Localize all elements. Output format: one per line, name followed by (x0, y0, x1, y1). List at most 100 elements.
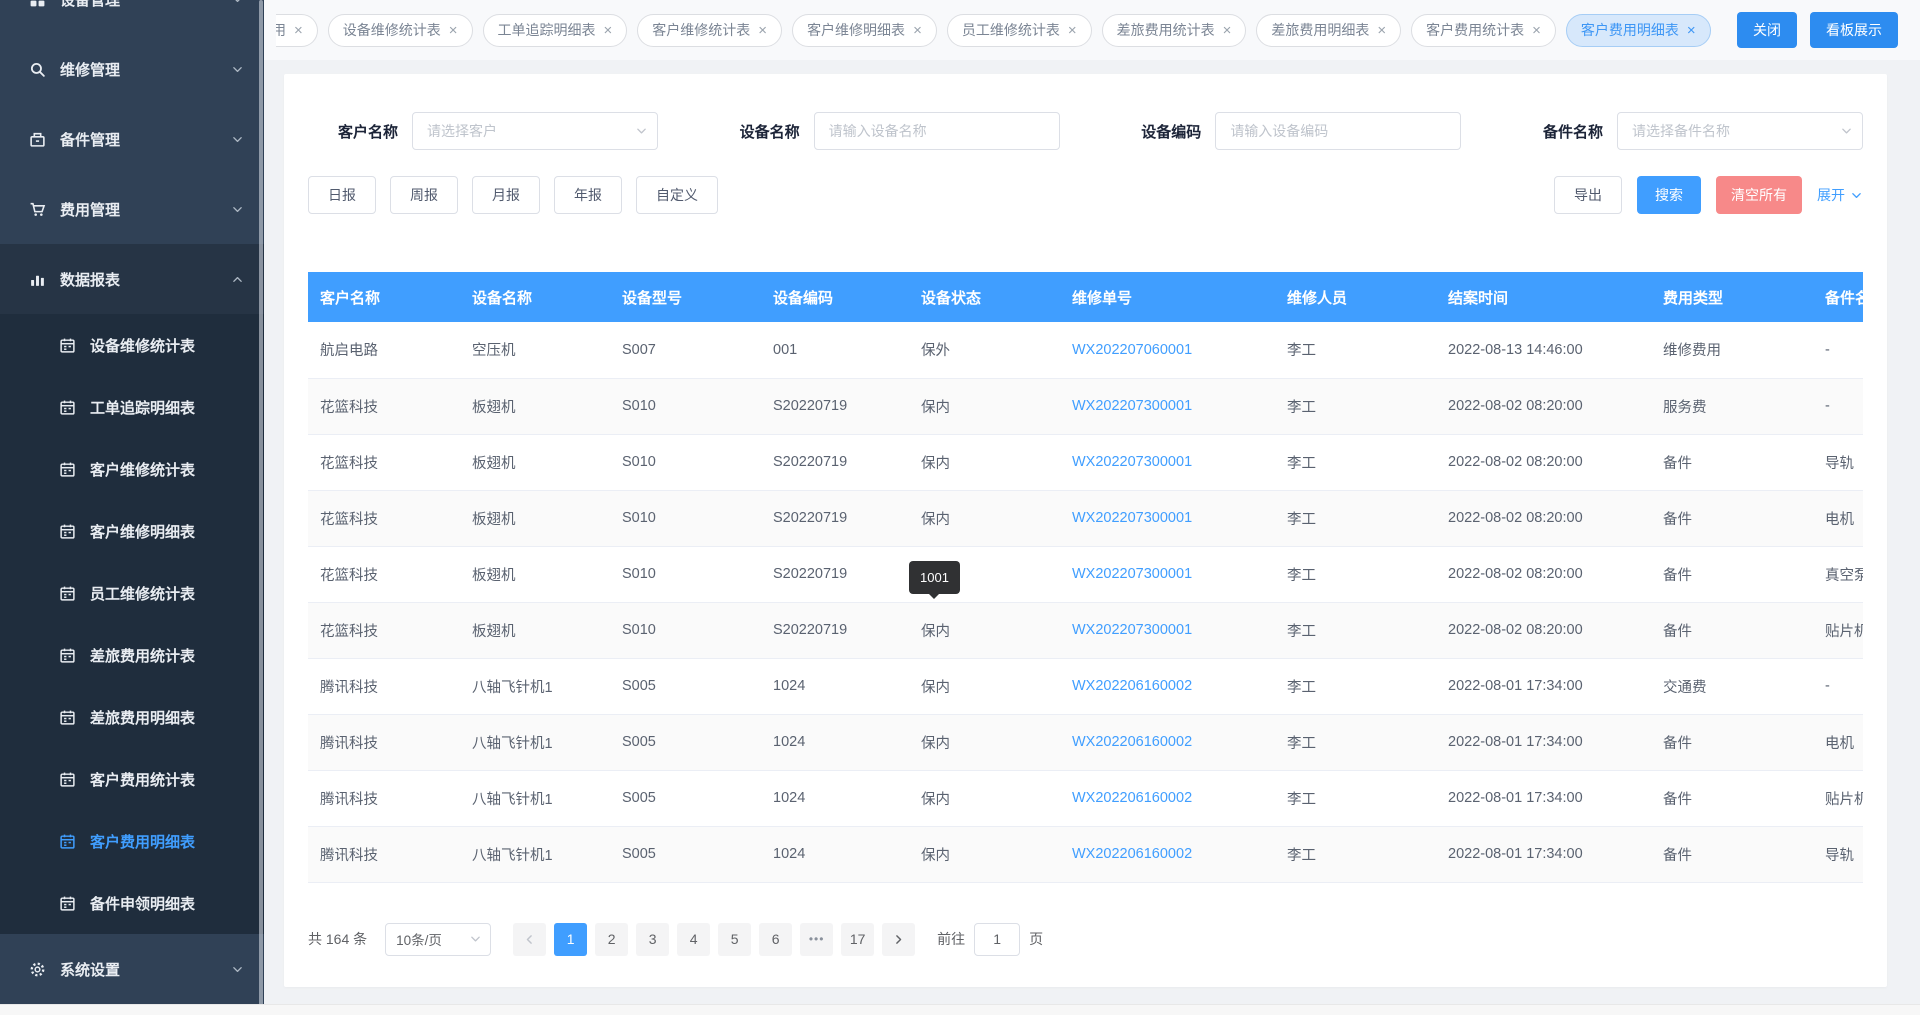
calendar-icon (59, 833, 76, 850)
page-size-select[interactable]: 10条/页 (385, 923, 491, 956)
work-order-link[interactable]: WX202207300001 (1072, 622, 1192, 638)
sidebar-item-label: 费用管理 (60, 199, 120, 220)
page-button-1[interactable]: 1 (554, 923, 587, 956)
tab-5[interactable]: 客户维修明细表× (792, 14, 937, 47)
tab-close-icon[interactable]: × (758, 23, 767, 38)
filter-control-1 (412, 112, 658, 150)
table-cell: WX202207300001 (1060, 378, 1275, 434)
tab-9[interactable]: 客户费用统计表× (1411, 14, 1556, 47)
tab-close-icon[interactable]: × (294, 23, 303, 38)
prev-page-button[interactable] (513, 923, 546, 956)
magnifier-icon (29, 61, 46, 78)
table-cell: S010 (610, 490, 761, 546)
filter-input-field[interactable] (814, 112, 1060, 150)
page-button-6[interactable]: 6 (759, 923, 792, 956)
table-cell: 花篮科技 (308, 490, 460, 546)
table-cell: S20220719 (761, 602, 909, 658)
filter-input-field[interactable] (1215, 112, 1461, 150)
table-cell: 导轨 (1813, 434, 1863, 490)
tab-close-icon[interactable]: × (1687, 23, 1696, 38)
close-button[interactable]: 关闭 (1737, 12, 1797, 48)
board-display-button[interactable]: 看板展示 (1810, 12, 1898, 48)
box-icon (29, 131, 46, 148)
next-page-button[interactable] (882, 923, 915, 956)
filter-select-field[interactable] (1617, 112, 1863, 150)
tab-close-icon[interactable]: × (1068, 23, 1077, 38)
sidebar-item-6[interactable]: 设备维修统计表 (0, 314, 264, 376)
tab-2[interactable]: 设备维修统计表× (328, 14, 473, 47)
column-header: 结案时间 (1436, 272, 1651, 322)
sidebar-item-7[interactable]: 工单追踪明细表 (0, 376, 264, 438)
filter-select-field[interactable] (412, 112, 658, 150)
sidebar-item-16[interactable]: 系统设置 (0, 934, 264, 1004)
tab-6[interactable]: 员工维修统计表× (947, 14, 1092, 47)
tab-close-icon[interactable]: × (1223, 23, 1232, 38)
sidebar-item-3[interactable]: 备件管理 (0, 104, 264, 174)
table-cell: S20220719 (761, 378, 909, 434)
sidebar-item-15[interactable]: 备件申领明细表 (0, 872, 264, 934)
work-order-link[interactable]: WX202207300001 (1072, 398, 1192, 414)
work-order-link[interactable]: WX202206160002 (1072, 846, 1192, 862)
tab-1[interactable]: 用× (276, 14, 318, 47)
sidebar-item-9[interactable]: 客户维修明细表 (0, 500, 264, 562)
horizontal-scrollbar[interactable] (0, 1004, 1920, 1015)
sidebar-item-8[interactable]: 客户维修统计表 (0, 438, 264, 500)
sidebar-item-1[interactable]: 设备管理 (0, 0, 264, 34)
search-button[interactable]: 搜索 (1637, 176, 1701, 214)
tab-7[interactable]: 差旅费用统计表× (1102, 14, 1247, 47)
tab-4[interactable]: 客户维修统计表× (637, 14, 782, 47)
clear-all-button[interactable]: 清空所有 (1716, 176, 1802, 214)
table-cell: 板翅机 (460, 378, 610, 434)
table-row: 花篮科技板翅机S010S20220719保内WX202207300001李工20… (308, 434, 1863, 490)
table-cell: WX202206160002 (1060, 658, 1275, 714)
tab-close-icon[interactable]: × (604, 23, 613, 38)
tab-3[interactable]: 工单追踪明细表× (483, 14, 628, 47)
goto-page-input[interactable] (974, 923, 1020, 956)
work-order-link[interactable]: WX202207300001 (1072, 566, 1192, 582)
work-order-link[interactable]: WX202206160002 (1072, 790, 1192, 806)
report-button-1[interactable]: 日报 (308, 176, 376, 214)
report-button-5[interactable]: 自定义 (636, 176, 718, 214)
tab-8[interactable]: 差旅费用明细表× (1256, 14, 1401, 47)
sidebar-item-4[interactable]: 费用管理 (0, 174, 264, 244)
sidebar-item-5[interactable]: 数据报表 (0, 244, 264, 314)
report-button-4[interactable]: 年报 (554, 176, 622, 214)
table-cell: 腾讯科技 (308, 826, 460, 882)
table-cell: 保内 (909, 434, 1060, 490)
page-button-5[interactable]: 5 (718, 923, 751, 956)
page-button-2[interactable]: 2 (595, 923, 628, 956)
page-button-17[interactable]: 17 (841, 923, 874, 956)
expand-toggle[interactable]: 展开 (1817, 185, 1863, 205)
tab-10[interactable]: 客户费用明细表× (1566, 14, 1711, 47)
report-button-2[interactable]: 周报 (390, 176, 458, 214)
sidebar-item-label: 员工维修统计表 (90, 583, 195, 604)
page-button-3[interactable]: 3 (636, 923, 669, 956)
table-cell: S010 (610, 602, 761, 658)
sidebar-item-13[interactable]: 客户费用统计表 (0, 748, 264, 810)
export-button[interactable]: 导出 (1554, 176, 1622, 214)
work-order-link[interactable]: WX202206160002 (1072, 734, 1192, 750)
calendar-icon (59, 771, 76, 788)
tab-close-icon[interactable]: × (1532, 23, 1541, 38)
sidebar-item-10[interactable]: 员工维修统计表 (0, 562, 264, 624)
chevron-down-icon (231, 963, 244, 976)
work-order-link[interactable]: WX202207300001 (1072, 510, 1192, 526)
table-cell: 保内 (909, 490, 1060, 546)
table-cell: 腾讯科技 (308, 714, 460, 770)
table-row: 腾讯科技八轴飞针机1S0051024保内WX202206160002李工2022… (308, 658, 1863, 714)
sidebar-item-2[interactable]: 维修管理 (0, 34, 264, 104)
work-order-link[interactable]: WX202207300001 (1072, 454, 1192, 470)
sidebar-item-12[interactable]: 差旅费用明细表 (0, 686, 264, 748)
table-cell: 李工 (1275, 658, 1436, 714)
page-button-4[interactable]: 4 (677, 923, 710, 956)
work-order-link[interactable]: WX202206160002 (1072, 678, 1192, 694)
work-order-link[interactable]: WX202207060001 (1072, 342, 1192, 358)
sidebar-item-label: 数据报表 (60, 269, 120, 290)
sidebar-item-14[interactable]: 客户费用明细表 (0, 810, 264, 872)
tab-close-icon[interactable]: × (449, 23, 458, 38)
tab-close-icon[interactable]: × (913, 23, 922, 38)
sidebar-item-11[interactable]: 差旅费用统计表 (0, 624, 264, 686)
tab-close-icon[interactable]: × (1377, 23, 1386, 38)
page-more-button[interactable]: ••• (800, 923, 833, 956)
report-button-3[interactable]: 月报 (472, 176, 540, 214)
